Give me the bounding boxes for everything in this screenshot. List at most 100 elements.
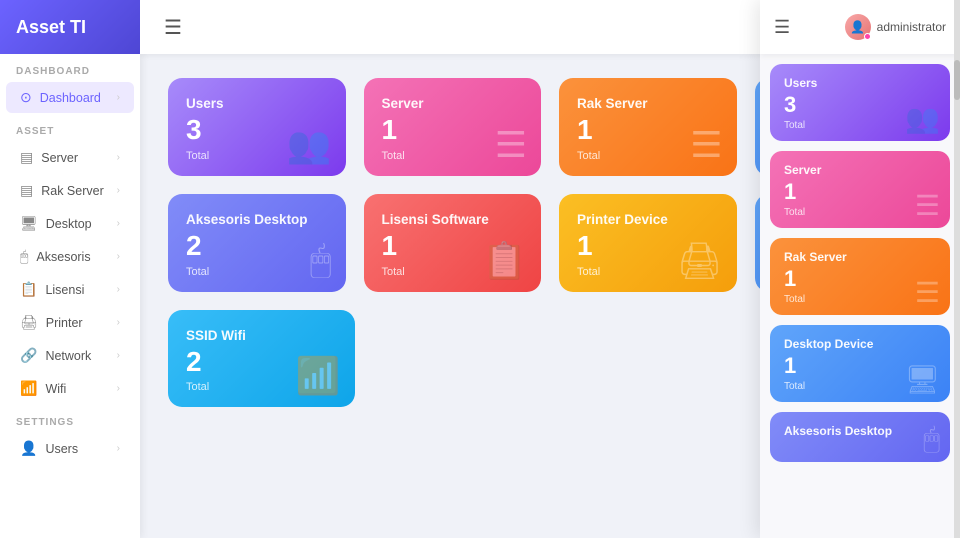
desktop-icon: 🖥 bbox=[20, 215, 38, 232]
chevron-icon: › bbox=[117, 383, 120, 394]
sidebar-item-wifi[interactable]: 📶 Wifi › bbox=[6, 373, 134, 404]
overlay-desktop-icon: 🖥 bbox=[904, 363, 940, 396]
card-title: Printer Device bbox=[577, 212, 719, 227]
sidebar: Asset TI DASHBOARD ⊙ Dashboard › ASSET ▤… bbox=[0, 0, 140, 538]
sidebar-section-dashboard: DASHBOARD bbox=[0, 54, 140, 81]
overlay-card-desktop[interactable]: Desktop Device 1 Total 🖥 bbox=[770, 325, 950, 402]
card-aksesoris-desktop[interactable]: Aksesoris Desktop 2 Total 🖱 bbox=[168, 194, 346, 292]
overlay-avatar-badge bbox=[864, 33, 871, 40]
sidebar-item-label: Printer bbox=[46, 316, 83, 330]
sidebar-section-settings: SETTINGS bbox=[0, 405, 140, 432]
chevron-icon: › bbox=[117, 92, 120, 103]
overlay-card-count: 1 bbox=[784, 266, 936, 292]
overlay-card-title: Server bbox=[784, 163, 936, 177]
printer-icon: 🖨 bbox=[20, 314, 38, 331]
chevron-icon: › bbox=[117, 443, 120, 454]
overlay-rak-icon: ☰ bbox=[915, 276, 940, 309]
overlay-users-icon: 👥 bbox=[905, 102, 940, 135]
app-title: Asset TI bbox=[16, 17, 86, 38]
overlay-server-icon: ☰ bbox=[915, 189, 940, 222]
card-title: Aksesoris Desktop bbox=[186, 212, 328, 227]
sidebar-item-label: Server bbox=[41, 151, 78, 165]
overlay-card-title: Users bbox=[784, 76, 936, 90]
card-title: Rak Server bbox=[577, 96, 719, 111]
sidebar-logo: Asset TI bbox=[0, 0, 140, 54]
overlay-admin-name: administrator bbox=[877, 20, 946, 34]
overlay-hamburger-icon[interactable]: ☰ bbox=[774, 17, 790, 38]
aksesoris-icon: 🖱 bbox=[20, 248, 28, 265]
overlay-cards: Users 3 Total 👥 Server 1 Total ☰ Rak Ser… bbox=[760, 54, 960, 472]
scrollbar[interactable] bbox=[954, 0, 960, 538]
overlay-panel: ☰ 👤 administrator Users 3 Total 👥 Server… bbox=[760, 0, 960, 538]
sidebar-item-dashboard[interactable]: ⊙ Dashboard › bbox=[6, 82, 134, 113]
overlay-card-rak-server[interactable]: Rak Server 1 Total ☰ bbox=[770, 238, 950, 315]
card-ssid-wifi[interactable]: SSID Wifi 2 Total 📶 bbox=[168, 310, 355, 408]
overlay-card-count: 1 bbox=[784, 179, 936, 205]
card-lisensi-software[interactable]: Lisensi Software 1 Total 📋 bbox=[364, 194, 542, 292]
sidebar-item-label: Network bbox=[45, 349, 91, 363]
sidebar-item-label: Desktop bbox=[46, 217, 92, 231]
hamburger-icon[interactable]: ☰ bbox=[164, 15, 182, 40]
card-rak-server[interactable]: Rak Server 1 Total ☰ bbox=[559, 78, 737, 176]
main-content: ☰ 👤 administrator Users 3 Total 👥 Server… bbox=[140, 0, 960, 538]
overlay-topbar: ☰ 👤 administrator bbox=[760, 0, 960, 54]
lisensi-icon: 📋 bbox=[20, 281, 37, 298]
users-card-icon: 👥 bbox=[287, 124, 332, 166]
card-title: Lisensi Software bbox=[382, 212, 524, 227]
sidebar-item-printer[interactable]: 🖨 Printer › bbox=[6, 307, 134, 338]
card-title: Users bbox=[186, 96, 328, 111]
chevron-icon: › bbox=[117, 185, 120, 196]
card-total: Total bbox=[186, 266, 328, 278]
sidebar-item-rak-server[interactable]: ▤ Rak Server › bbox=[6, 175, 134, 206]
card-server[interactable]: Server 1 Total ☰ bbox=[364, 78, 542, 176]
overlay-admin: 👤 administrator bbox=[845, 14, 946, 40]
sidebar-item-label: Dashboard bbox=[40, 91, 101, 105]
sidebar-item-label: Lisensi bbox=[45, 283, 84, 297]
overlay-card-aksesoris[interactable]: Aksesoris Desktop 🖱 bbox=[770, 412, 950, 462]
server-card-icon: ☰ bbox=[495, 124, 527, 166]
chevron-icon: › bbox=[117, 152, 120, 163]
sidebar-item-users[interactable]: 👤 Users › bbox=[6, 433, 134, 464]
wifi-icon: 📶 bbox=[20, 380, 37, 397]
card-title: SSID Wifi bbox=[186, 328, 337, 343]
sidebar-item-aksesoris[interactable]: 🖱 Aksesoris › bbox=[6, 241, 134, 272]
sidebar-item-lisensi[interactable]: 📋 Lisensi › bbox=[6, 274, 134, 305]
sidebar-item-label: Rak Server bbox=[41, 184, 104, 198]
card-users[interactable]: Users 3 Total 👥 bbox=[168, 78, 346, 176]
overlay-card-total: Total bbox=[784, 294, 936, 305]
overlay-card-title: Rak Server bbox=[784, 250, 936, 264]
sidebar-item-server[interactable]: ▤ Server › bbox=[6, 142, 134, 173]
sidebar-item-desktop[interactable]: 🖥 Desktop › bbox=[6, 208, 134, 239]
overlay-card-total: Total bbox=[784, 207, 936, 218]
printer-card-icon: 🖨 bbox=[677, 240, 723, 282]
overlay-card-title: Desktop Device bbox=[784, 337, 936, 351]
chevron-icon: › bbox=[117, 317, 120, 328]
overlay-card-server[interactable]: Server 1 Total ☰ bbox=[770, 151, 950, 228]
server-icon: ▤ bbox=[20, 149, 33, 166]
card-printer-device[interactable]: Printer Device 1 Total 🖨 bbox=[559, 194, 737, 292]
lisensi-card-icon: 📋 bbox=[482, 240, 527, 282]
chevron-icon: › bbox=[117, 251, 120, 262]
chevron-icon: › bbox=[117, 218, 120, 229]
dashboard-icon: ⊙ bbox=[20, 89, 32, 106]
overlay-avatar: 👤 bbox=[845, 14, 871, 40]
chevron-icon: › bbox=[117, 284, 120, 295]
rak-server-card-icon: ☰ bbox=[690, 124, 722, 166]
sidebar-item-label: Aksesoris bbox=[36, 250, 90, 264]
overlay-card-title: Aksesoris Desktop bbox=[784, 424, 936, 438]
sidebar-section-asset: ASSET bbox=[0, 114, 140, 141]
scrollbar-thumb[interactable] bbox=[954, 60, 960, 100]
card-count: 2 bbox=[186, 231, 328, 262]
sidebar-item-network[interactable]: 🔗 Network › bbox=[6, 340, 134, 371]
rak-server-icon: ▤ bbox=[20, 182, 33, 199]
overlay-aksesoris-icon: 🖱 bbox=[923, 423, 940, 456]
wifi-card-icon: 📶 bbox=[296, 355, 341, 397]
chevron-icon: › bbox=[117, 350, 120, 361]
card-title: Server bbox=[382, 96, 524, 111]
users-icon: 👤 bbox=[20, 440, 37, 457]
sidebar-item-label: Wifi bbox=[45, 382, 66, 396]
overlay-card-users[interactable]: Users 3 Total 👥 bbox=[770, 64, 950, 141]
aksesoris-card-icon: 🖱 bbox=[310, 239, 332, 282]
sidebar-item-label: Users bbox=[45, 442, 78, 456]
network-icon: 🔗 bbox=[20, 347, 37, 364]
